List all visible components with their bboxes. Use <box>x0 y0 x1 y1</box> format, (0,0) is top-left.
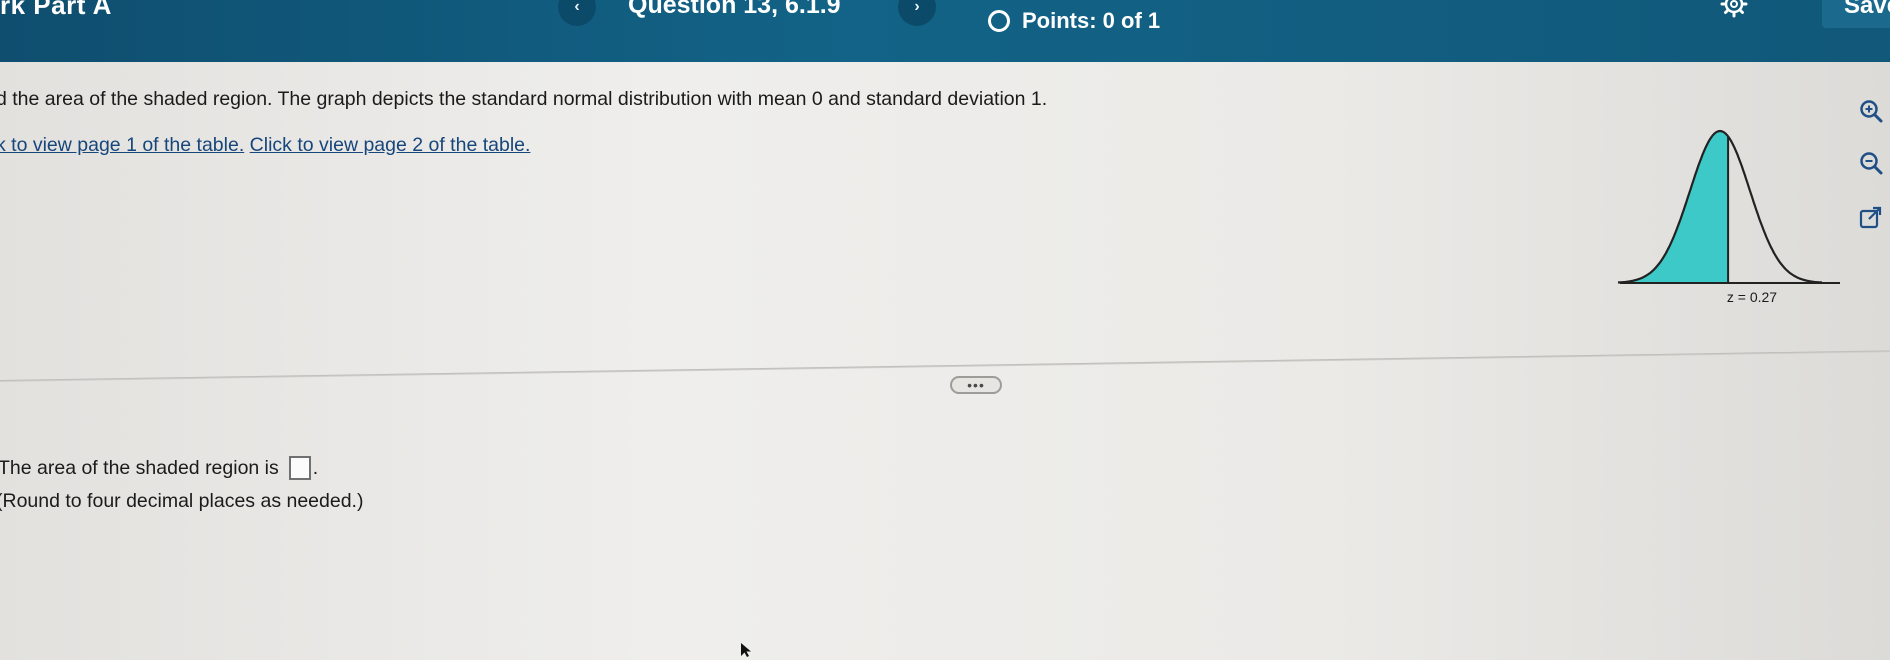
normal-distribution-graph: z = 0.27 <box>1617 129 1840 305</box>
answer-suffix: . <box>312 456 319 479</box>
table-page-2-link[interactable]: Click to view page 2 of the table. <box>250 134 531 156</box>
more-options-button[interactable]: ••• <box>950 376 1002 394</box>
gear-icon[interactable] <box>1720 0 1748 18</box>
top-bar: rk Part A ‹ Question 13, 6.1.9 › Points:… <box>0 0 1890 62</box>
chevron-right-icon: › <box>914 0 920 15</box>
table-page-1-link[interactable]: k to view page 1 of the table. <box>0 134 244 156</box>
points-indicator: Points: 0 of 1 <box>988 8 1160 34</box>
answer-label: The area of the shaded region is <box>0 456 279 479</box>
section-divider <box>0 350 1890 382</box>
zoom-out-icon[interactable] <box>1858 150 1884 176</box>
answer-line: The area of the shaded region is . <box>0 456 318 480</box>
assignment-title: rk Part A <box>0 0 112 20</box>
next-question-button[interactable]: › <box>898 0 936 26</box>
rounding-note: (Round to four decimal places as needed.… <box>0 490 364 512</box>
table-links: k to view page 1 of the table. Click to … <box>0 134 530 157</box>
pop-out-icon[interactable] <box>1858 205 1884 231</box>
zoom-in-icon[interactable] <box>1858 98 1884 124</box>
shaded-region <box>1618 131 1729 283</box>
chevron-left-icon: ‹ <box>574 0 580 15</box>
previous-question-button[interactable]: ‹ <box>558 0 596 26</box>
progress-circle-icon <box>988 10 1010 32</box>
question-prompt: d the area of the shaded region. The gra… <box>0 88 1048 110</box>
question-title: Question 13, 6.1.9 <box>628 0 841 19</box>
answer-input[interactable] <box>288 456 311 480</box>
points-text: Points: 0 of 1 <box>1022 8 1161 33</box>
mouse-cursor-icon <box>741 643 751 657</box>
z-label: z = 0.27 <box>1727 289 1777 305</box>
save-button[interactable]: Save <box>1822 0 1890 28</box>
